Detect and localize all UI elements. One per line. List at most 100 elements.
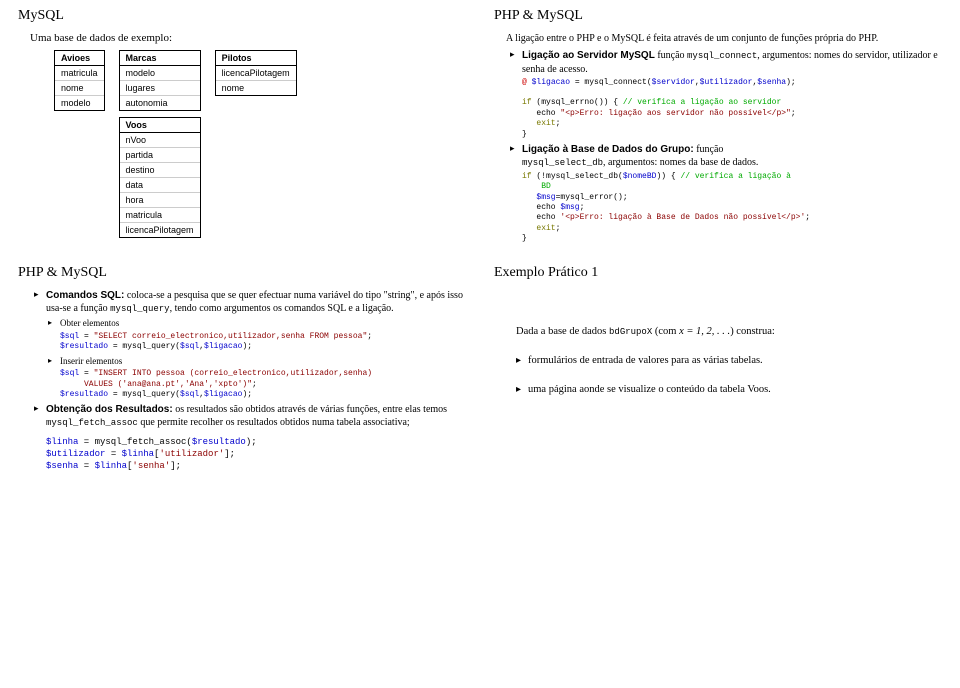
table-col: nome bbox=[216, 81, 296, 95]
table-col: lugares bbox=[120, 81, 200, 96]
math: x = 1, 2, . . . bbox=[679, 326, 730, 337]
table-col: nome bbox=[55, 81, 104, 96]
bullet-select-db: Ligação à Base de Dados do Grupo: função… bbox=[510, 143, 942, 170]
slide-title: Exemplo Prático 1 bbox=[494, 265, 942, 281]
table-col: nVoo bbox=[120, 133, 200, 148]
tt: mysql_query bbox=[110, 304, 169, 314]
tt: bdGrupoX bbox=[609, 327, 652, 337]
t: que permite recolher os resultados obtid… bbox=[138, 417, 410, 428]
cs: if bbox=[522, 172, 532, 181]
cs: ; bbox=[252, 380, 257, 389]
table-col: modelo bbox=[120, 66, 200, 81]
exercise-item-page: uma página aonde se visualize o conteúdo… bbox=[516, 383, 942, 398]
cs: $utilizador bbox=[700, 78, 753, 87]
bullet-bold: Ligação ao Servidor MySQL bbox=[522, 50, 655, 61]
cs: $ligacao bbox=[204, 390, 242, 399]
t: função bbox=[694, 144, 724, 155]
cs: $senha bbox=[46, 461, 78, 471]
table-col: modelo bbox=[55, 96, 104, 110]
slide-php-mysql-connect: PHP & MySQL A ligação entre o PHP e o My… bbox=[494, 8, 942, 247]
cs: $sql bbox=[180, 390, 199, 399]
cs: echo bbox=[522, 109, 560, 118]
cs: $linha bbox=[122, 449, 154, 459]
bullet-commands-sql: Comandos SQL: coloca-se a pesquisa que s… bbox=[34, 289, 466, 316]
cs: $utilizador bbox=[46, 449, 105, 459]
table-header: Voos bbox=[120, 118, 200, 133]
cs: 'utilizador' bbox=[159, 449, 224, 459]
cs: $senha bbox=[757, 78, 786, 87]
cs: $sql bbox=[60, 369, 79, 378]
cs: "INSERT INTO pessoa (correio_electronico… bbox=[94, 369, 372, 378]
cs: ; bbox=[367, 332, 372, 341]
cs: (mysql_errno()) { bbox=[532, 98, 623, 107]
cs: = bbox=[105, 449, 121, 459]
cs: VALUES ('ana@ana.pt','Ana','xpto')" bbox=[60, 380, 252, 389]
table-header: Avioes bbox=[55, 51, 104, 66]
cs: = mysql_connect( bbox=[570, 78, 652, 87]
t: ) construa: bbox=[730, 326, 775, 337]
table-col: data bbox=[120, 178, 200, 193]
cs: = mysql_query( bbox=[108, 390, 180, 399]
cs: $sql bbox=[180, 342, 199, 351]
exercise-intro: Dada a base de dados bdGrupoX (com x = 1… bbox=[516, 325, 942, 340]
slide-title: PHP & MySQL bbox=[494, 8, 942, 24]
cs: ; bbox=[791, 109, 796, 118]
cs: ; bbox=[580, 203, 585, 212]
cs: } bbox=[522, 130, 527, 139]
cs: ); bbox=[246, 437, 257, 447]
t: os resultados são obtidos através de vár… bbox=[173, 404, 447, 415]
slide-subtitle: Uma base de dados de exemplo: bbox=[30, 32, 466, 44]
cs: ; bbox=[556, 224, 561, 233]
cs: ]; bbox=[224, 449, 235, 459]
table-col-group: Marcas modelo lugares autonomia Voos nVo… bbox=[119, 50, 201, 238]
cs: $linha bbox=[95, 461, 127, 471]
slide-php-mysql-query: PHP & MySQL Comandos SQL: coloca-se a pe… bbox=[18, 265, 466, 472]
page-grid: MySQL Uma base de dados de exemplo: Avio… bbox=[18, 8, 942, 473]
table-header: Pilotos bbox=[216, 51, 296, 66]
table-pilotos: Pilotos licencaPilotagem nome bbox=[215, 50, 297, 96]
bullet-obtencao: Obtenção dos Resultados: os resultados s… bbox=[34, 403, 466, 430]
slide-title: PHP & MySQL bbox=[18, 265, 466, 281]
cs: 'senha' bbox=[132, 461, 170, 471]
cs: $resultado bbox=[192, 437, 246, 447]
cs: (!mysql_select_db( bbox=[532, 172, 623, 181]
cs: ); bbox=[786, 78, 796, 87]
subbullet-obter: Obter elementos bbox=[48, 318, 466, 330]
subbullet-inserir: Inserir elementos bbox=[48, 356, 466, 368]
bullet-connect-server: Ligação ao Servidor MySQL função mysql_c… bbox=[510, 49, 942, 76]
code-fetch: $linha = mysql_fetch_assoc($resultado); … bbox=[46, 436, 466, 472]
cs: ); bbox=[242, 390, 252, 399]
slide-mysql-schema: MySQL Uma base de dados de exemplo: Avio… bbox=[18, 8, 466, 247]
cs: $linha bbox=[46, 437, 78, 447]
table-marcas: Marcas modelo lugares autonomia bbox=[119, 50, 201, 111]
cs: "<p>Erro: ligação aos servidor não possí… bbox=[560, 109, 790, 118]
cs: = bbox=[79, 332, 93, 341]
table-col: partida bbox=[120, 148, 200, 163]
cs: ; bbox=[805, 213, 810, 222]
tt: mysql_connect bbox=[687, 51, 757, 61]
tables-row: Avioes matricula nome modelo Marcas mode… bbox=[54, 50, 466, 238]
slide-exemplo-pratico: Exemplo Prático 1 Dada a base de dados b… bbox=[494, 265, 942, 472]
t: (com bbox=[652, 326, 679, 337]
t: , argumentos: nomes da base de dados. bbox=[603, 157, 758, 168]
cs: =mysql_error(); bbox=[556, 193, 628, 202]
cs: @ bbox=[522, 78, 532, 87]
slide-title: MySQL bbox=[18, 8, 466, 24]
table-col: licencaPilotagem bbox=[120, 223, 200, 237]
cs: echo bbox=[522, 213, 560, 222]
cs: $resultado bbox=[60, 390, 108, 399]
cs: $ligacao bbox=[204, 342, 242, 351]
cs: $nomeBD bbox=[623, 172, 657, 181]
cs: $ligacao bbox=[532, 78, 570, 87]
t: função bbox=[655, 50, 687, 61]
bullet-bold: Comandos SQL: bbox=[46, 290, 124, 301]
exercise-item-forms: formulários de entrada de valores para a… bbox=[516, 354, 942, 369]
table-col: matricula bbox=[55, 66, 104, 81]
bullet-bold: Ligação à Base de Dados do Grupo: bbox=[522, 144, 694, 155]
cs: = mysql_fetch_assoc( bbox=[78, 437, 191, 447]
cs: $servidor bbox=[652, 78, 695, 87]
cs: ]; bbox=[170, 461, 181, 471]
table-col: destino bbox=[120, 163, 200, 178]
cs: exit bbox=[522, 224, 556, 233]
table-col: licencaPilotagem bbox=[216, 66, 296, 81]
